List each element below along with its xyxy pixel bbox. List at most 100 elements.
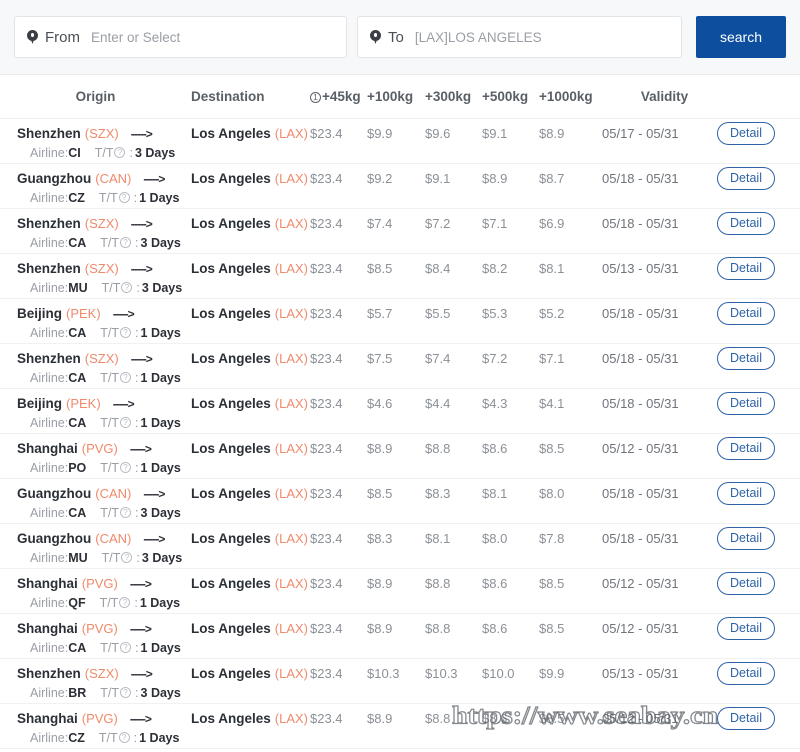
destination-city: Los Angeles — [191, 260, 271, 276]
transit-time-label: T/T — [100, 415, 120, 430]
detail-button[interactable]: Detail — [717, 481, 775, 505]
row-subinfo: Airline: CA T/T?:3 Days — [0, 233, 800, 252]
table-row: Guangzhou (CAN) -----> Los Angeles (LAX) $23.… — [0, 164, 800, 209]
cell-origin: Shenzhen (SZX) -----> — [0, 261, 191, 276]
destination-code: (LAX) — [274, 575, 309, 591]
cell-price-300kg: $8.1 — [425, 530, 451, 546]
question-circle-icon[interactable]: ? — [120, 327, 132, 338]
origin-search-field[interactable]: From Enter or Select — [14, 16, 347, 58]
route-arrow-icon: -----> — [129, 576, 152, 591]
question-circle-icon[interactable]: ? — [118, 732, 130, 743]
cell-origin: Guangzhou (CAN) -----> — [0, 171, 191, 186]
table-row: Shanghai (PVG) -----> Los Angeles (LAX) $23.4… — [0, 434, 800, 479]
search-button[interactable]: search — [696, 16, 786, 58]
origin-code: (SZX) — [84, 665, 119, 681]
question-circle-icon[interactable]: ? — [118, 192, 130, 203]
cell-price-45kg: $23.4 — [310, 350, 343, 366]
detail-button[interactable]: Detail — [717, 616, 775, 640]
origin-code: (SZX) — [84, 215, 119, 231]
cell-price-45kg: $23.4 — [310, 485, 343, 501]
airline-label: Airline: — [30, 595, 69, 610]
transit-time-separator: : — [135, 640, 139, 655]
question-circle-icon[interactable]: ? — [121, 282, 133, 293]
cell-action: Detail — [717, 661, 800, 685]
from-input-value[interactable]: Enter or Select — [91, 30, 334, 45]
question-circle-icon[interactable]: ? — [114, 147, 126, 158]
origin-city: Shanghai — [17, 710, 78, 726]
cell-destination: Los Angeles (LAX) — [191, 576, 310, 591]
question-circle-icon[interactable]: ? — [120, 417, 132, 428]
to-input-value[interactable]: [LAX]LOS ANGELES — [415, 30, 669, 45]
destination-code: (LAX) — [274, 350, 309, 366]
detail-button[interactable]: Detail — [717, 166, 775, 190]
origin-code: (PVG) — [81, 575, 118, 591]
transit-time-label: T/T — [100, 685, 120, 700]
cell-price-45kg: $23.4 — [310, 215, 343, 231]
airline-code: CZ — [68, 730, 85, 745]
detail-button[interactable]: Detail — [717, 436, 775, 460]
cell-price-500kg: $10.0 — [482, 665, 515, 681]
destination-code: (LAX) — [274, 305, 309, 321]
destination-city: Los Angeles — [191, 440, 271, 456]
cell-price-45kg: $23.4 — [310, 305, 343, 321]
cell-price-100kg: $9.9 — [367, 125, 393, 141]
cell-action: Detail — [717, 256, 800, 280]
destination-search-field[interactable]: To [LAX]LOS ANGELES — [357, 16, 682, 58]
transit-time-separator: : — [129, 145, 133, 160]
detail-button[interactable]: Detail — [717, 211, 775, 235]
cell-price-300kg: $9.1 — [425, 170, 451, 186]
detail-button[interactable]: Detail — [717, 661, 775, 685]
transit-time-separator: : — [135, 460, 139, 475]
cell-origin: Guangzhou (CAN) -----> — [0, 531, 191, 546]
detail-button[interactable]: Detail — [717, 526, 775, 550]
table-row: Shenzhen (SZX) -----> Los Angeles (LAX) $23.4… — [0, 254, 800, 299]
detail-button[interactable]: Detail — [717, 121, 775, 145]
detail-button[interactable]: Detail — [717, 256, 775, 280]
question-circle-icon[interactable]: ? — [120, 372, 132, 383]
route-arrow-icon: -----> — [112, 396, 135, 411]
cell-action: Detail — [717, 706, 800, 730]
question-circle-icon[interactable]: ? — [120, 462, 132, 473]
question-circle-icon[interactable]: ? — [120, 237, 132, 248]
detail-button[interactable]: Detail — [717, 706, 775, 730]
transit-time-label: T/T — [100, 235, 120, 250]
question-circle-icon[interactable]: ? — [121, 552, 133, 563]
transit-time-label: T/T — [101, 280, 121, 295]
detail-button[interactable]: Detail — [717, 391, 775, 415]
cell-price-1000kg: $6.9 — [539, 215, 565, 231]
cell-validity: 05/18 - 05/31 — [602, 215, 679, 231]
column-header-45kg-label: +45kg — [322, 89, 361, 104]
cell-destination: Los Angeles (LAX) — [191, 126, 310, 141]
row-subinfo: Airline: PO T/T?:1 Days — [0, 458, 800, 477]
location-pin-icon — [27, 30, 38, 44]
transit-time-label: T/T — [101, 550, 121, 565]
cell-origin: Shanghai (PVG) -----> — [0, 621, 191, 636]
transit-time-separator: : — [134, 595, 138, 610]
cell-price-100kg: $5.7 — [367, 305, 393, 321]
question-circle-icon[interactable]: ? — [120, 642, 132, 653]
question-circle-icon[interactable]: ? — [120, 507, 132, 518]
detail-button[interactable]: Detail — [717, 301, 775, 325]
column-header-500kg: +500kg — [482, 89, 529, 104]
cell-action: Detail — [717, 211, 800, 235]
cell-price-1000kg: $5.2 — [539, 305, 565, 321]
table-row: Shenzhen (SZX) -----> Los Angeles (LAX) $23.4… — [0, 119, 800, 164]
question-circle-icon[interactable]: ? — [119, 597, 131, 608]
origin-city: Shenzhen — [17, 350, 81, 366]
transit-time-value: 1 Days — [140, 415, 181, 430]
destination-code: (LAX) — [274, 665, 309, 681]
question-circle-icon[interactable]: ? — [120, 687, 132, 698]
detail-button[interactable]: Detail — [717, 571, 775, 595]
transit-time-separator: : — [136, 550, 140, 565]
cell-destination: Los Angeles (LAX) — [191, 216, 310, 231]
cell-destination: Los Angeles (LAX) — [191, 396, 310, 411]
detail-button[interactable]: Detail — [717, 346, 775, 370]
cell-origin: Shenzhen (SZX) -----> — [0, 351, 191, 366]
cell-price-1000kg: $8.5 — [539, 440, 565, 456]
origin-city: Shenzhen — [17, 215, 81, 231]
transit-time-value: 1 Days — [140, 640, 181, 655]
route-arrow-icon: -----> — [130, 216, 153, 231]
cell-price-45kg: $23.4 — [310, 530, 343, 546]
airline-label: Airline: — [30, 415, 69, 430]
route-arrow-icon: -----> — [112, 306, 135, 321]
